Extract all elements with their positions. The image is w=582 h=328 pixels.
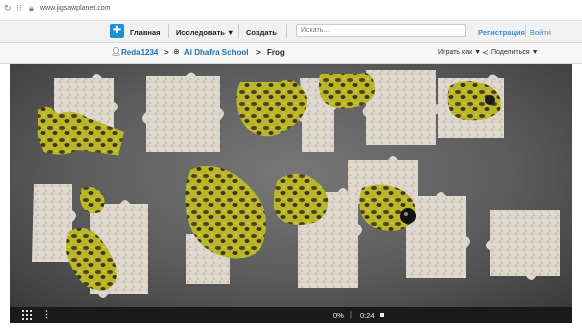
globe-icon: ⊕ [173,47,180,56]
puzzle-pieces-canvas [32,70,560,298]
nav-explore[interactable]: Исследовать ▼ [176,28,234,37]
puzzle-piece[interactable] [273,173,329,225]
progress-percent: 0% [333,311,344,320]
puzzle-piece[interactable] [406,192,470,278]
breadcrumb-user[interactable]: Reda1234 [121,48,158,57]
nav-divider [286,24,287,38]
auth-divider [525,25,526,37]
search-input[interactable] [296,24,466,37]
puzzle-piece[interactable] [80,186,105,214]
breadcrumb-school[interactable]: Al Dhafra School [184,48,248,57]
stop-timer-icon[interactable] [380,313,384,317]
puzzle-piece[interactable] [236,79,308,137]
browser-address-bar: ↻ ⁝⁝ 🔒︎ www.jigsawplanet.com [0,0,582,21]
frog-eye [400,208,416,224]
nav-divider [168,24,169,38]
breadcrumb-separator: > [164,48,169,57]
more-options-icon[interactable]: ⋮ [42,309,51,320]
puzzle-piece[interactable] [486,210,560,280]
user-icon: 👤︎ [111,47,122,56]
register-link[interactable]: Регистрация [478,28,525,37]
jigsawplanet-logo-icon[interactable]: ✚ [110,24,124,38]
frog-eye [485,95,495,105]
share-dropdown[interactable]: Поделиться ▼ [491,49,539,56]
nav-create[interactable]: Создать [246,28,277,37]
nav-home[interactable]: Главная [130,28,161,37]
url-text[interactable]: www.jigsawplanet.com [40,5,110,12]
lock-icon: 🔒︎ [29,4,34,14]
puzzle-board[interactable] [10,64,572,307]
puzzle-control-bar [10,307,572,323]
login-link[interactable]: Войти [530,28,551,37]
frog-eye-highlight [404,212,408,216]
puzzle-piece[interactable] [142,72,224,153]
apps-icon[interactable]: ⁝⁝ [16,4,22,14]
puzzle-piece[interactable] [362,70,440,145]
breadcrumb-separator: > [256,48,261,57]
breadcrumb-puzzle-title: Frog [267,48,285,57]
share-icon: ≺ [482,48,489,57]
page-bottom-strip [0,323,582,328]
grid-icon[interactable] [22,310,32,320]
play-as-dropdown[interactable]: Играть как ▼ [438,49,481,56]
nav-divider [238,24,239,38]
timer-display: 0:24 [360,311,375,320]
control-divider: | [350,310,352,319]
reload-icon[interactable]: ↻ [4,4,12,14]
